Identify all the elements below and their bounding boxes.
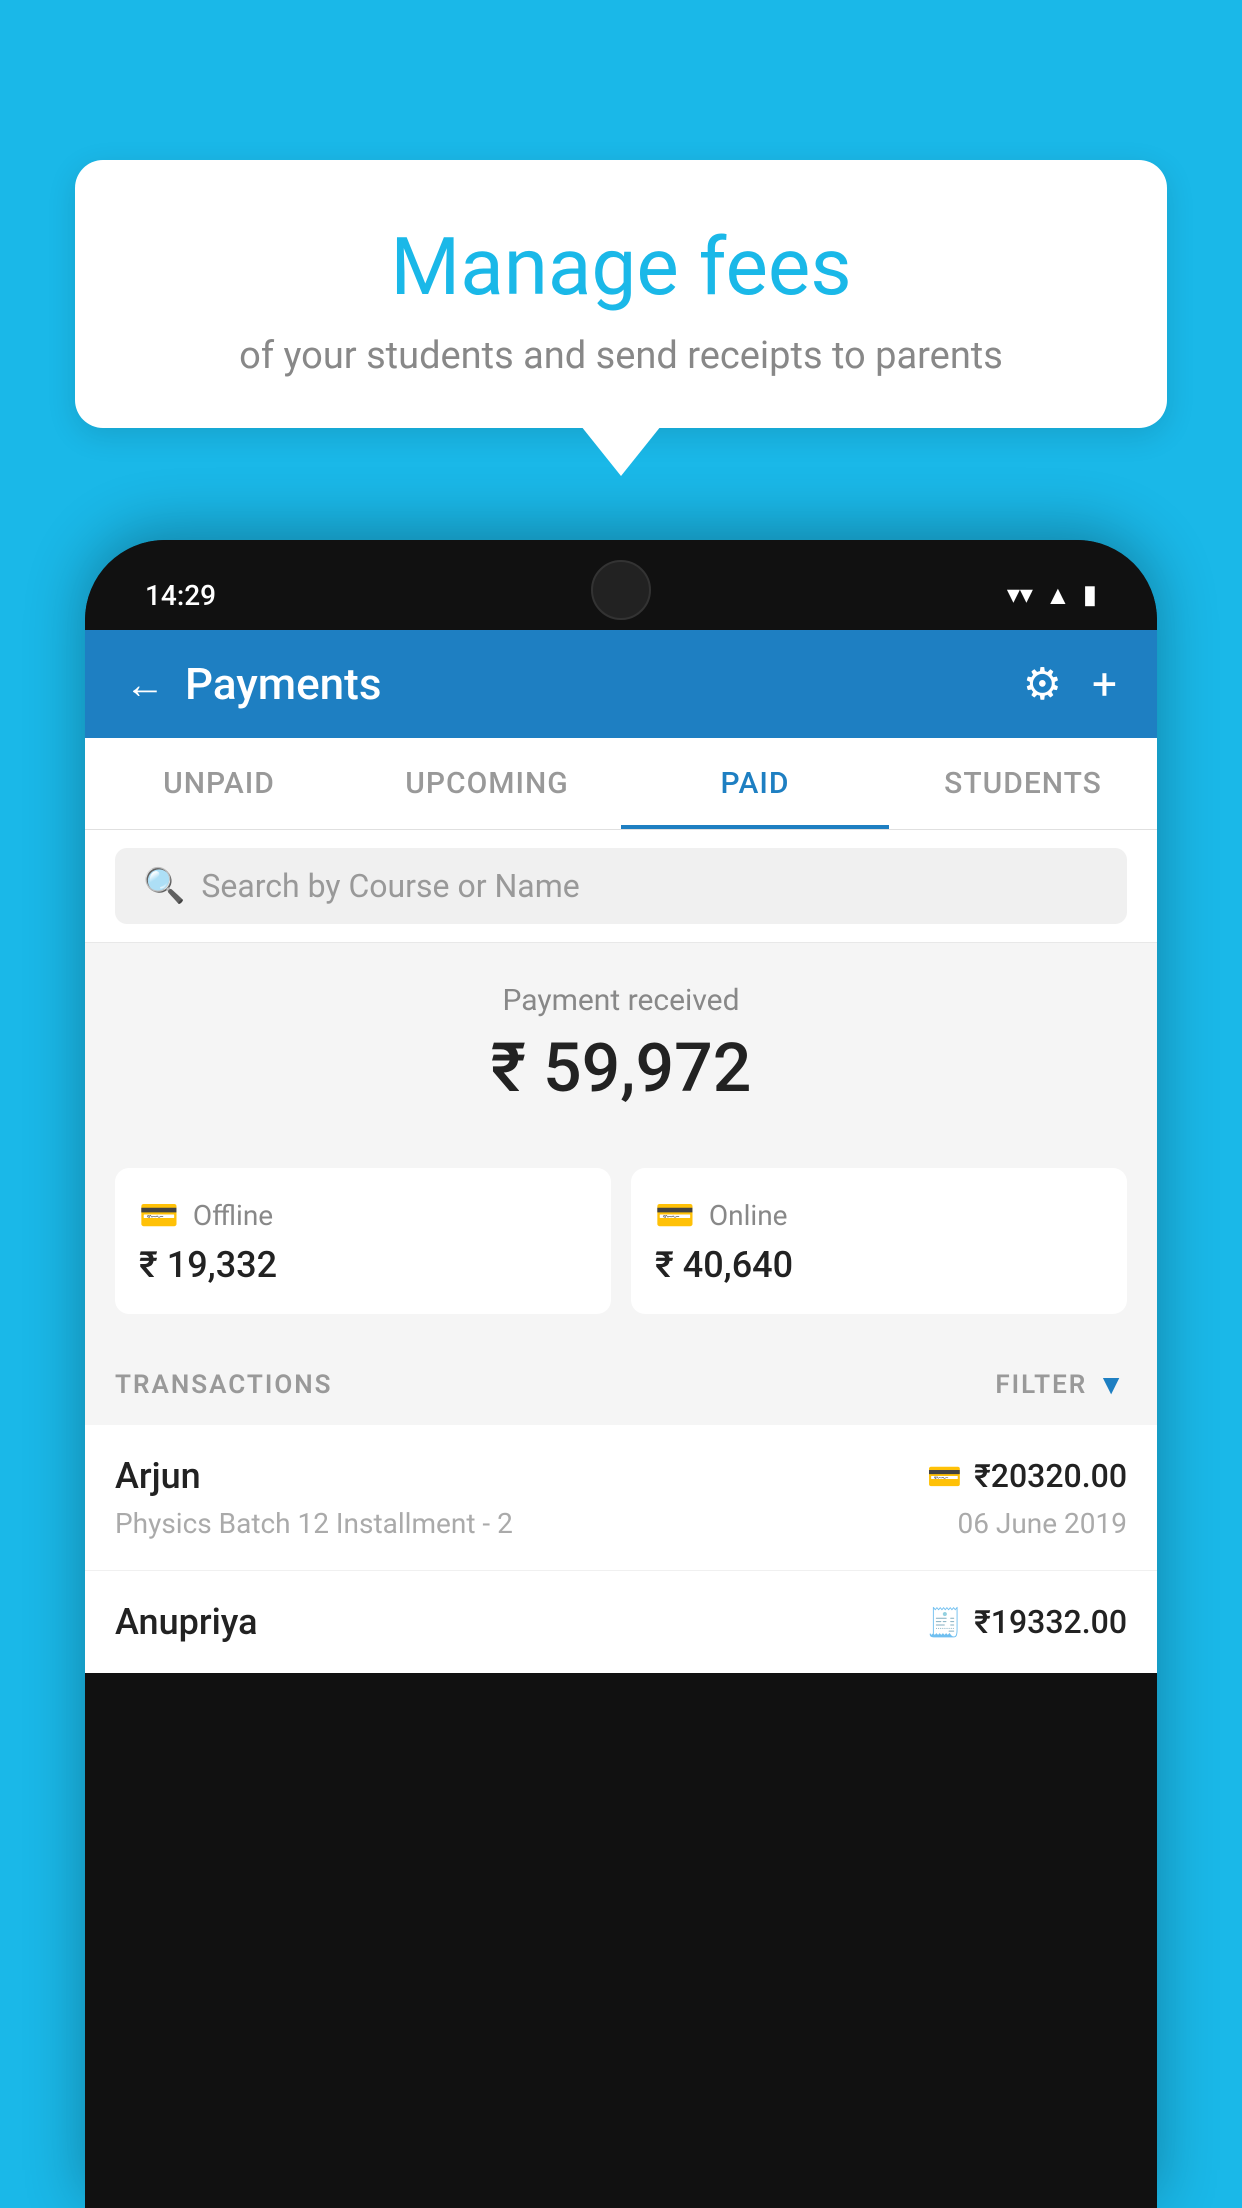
tab-students[interactable]: STUDENTS <box>889 738 1157 829</box>
offline-icon: 💳 <box>139 1196 179 1234</box>
offline-card: 💳 Offline ₹ 19,332 <box>115 1168 611 1314</box>
signal-icon: ▲ <box>1045 580 1071 611</box>
back-button[interactable]: ← <box>125 661 165 708</box>
transactions-label: TRANSACTIONS <box>115 1370 333 1400</box>
online-label: Online <box>709 1199 788 1232</box>
gear-icon[interactable]: ⚙ <box>1023 658 1062 710</box>
transaction-amount-wrapper-2: 🧾 ₹19332.00 <box>927 1603 1127 1641</box>
offline-label: Offline <box>193 1199 273 1232</box>
transaction-name-2: Anupriya <box>115 1601 258 1643</box>
search-icon: 🔍 <box>143 866 185 906</box>
transaction-row-bottom: Physics Batch 12 Installment - 2 06 June… <box>115 1507 1127 1540</box>
transaction-amount-wrapper: 💳 ₹20320.00 <box>927 1457 1127 1495</box>
status-bar: 14:29 ▾▾ ▲ ▮ <box>85 540 1157 630</box>
plus-icon[interactable]: + <box>1092 658 1117 710</box>
online-amount: ₹ 40,640 <box>655 1244 1103 1286</box>
transaction-item[interactable]: Arjun 💳 ₹20320.00 Physics Batch 12 Insta… <box>85 1425 1157 1571</box>
header-left: ← Payments <box>125 658 381 710</box>
status-time: 14:29 <box>145 579 216 612</box>
battery-icon: ▮ <box>1083 580 1097 610</box>
app-header: ← Payments ⚙ + <box>85 630 1157 738</box>
status-icons: ▾▾ ▲ ▮ <box>1007 580 1097 611</box>
phone-mockup: 14:29 ▾▾ ▲ ▮ ← Payments ⚙ + UNPAID UPCOM… <box>85 540 1157 2208</box>
bubble-title: Manage fees <box>125 220 1117 314</box>
payment-received-label: Payment received <box>115 983 1127 1018</box>
filter-triangle-icon: ▼ <box>1097 1368 1127 1401</box>
transaction-type-icon: 💳 <box>927 1460 962 1493</box>
transactions-header: TRANSACTIONS FILTER ▼ <box>85 1344 1157 1425</box>
tabs: UNPAID UPCOMING PAID STUDENTS <box>85 738 1157 830</box>
filter-label: FILTER <box>995 1370 1087 1400</box>
transaction-date: 06 June 2019 <box>957 1507 1127 1540</box>
transaction-type-icon-2: 🧾 <box>927 1606 962 1639</box>
tab-upcoming[interactable]: UPCOMING <box>353 738 621 829</box>
offline-card-header: 💳 Offline <box>139 1196 587 1234</box>
payment-cards: 💳 Offline ₹ 19,332 💳 Online ₹ 40,640 <box>85 1168 1157 1344</box>
transaction-row-top: Arjun 💳 ₹20320.00 <box>115 1455 1127 1497</box>
filter-button[interactable]: FILTER ▼ <box>995 1368 1127 1401</box>
search-container: 🔍 Search by Course or Name <box>85 830 1157 943</box>
camera-notch <box>591 560 651 620</box>
search-bar[interactable]: 🔍 Search by Course or Name <box>115 848 1127 924</box>
tab-unpaid[interactable]: UNPAID <box>85 738 353 829</box>
transaction-item-partial[interactable]: Anupriya 🧾 ₹19332.00 <box>85 1571 1157 1673</box>
transaction-amount-2: ₹19332.00 <box>974 1603 1127 1641</box>
header-right: ⚙ + <box>1023 658 1117 710</box>
bubble-subtitle: of your students and send receipts to pa… <box>125 334 1117 378</box>
search-input[interactable]: Search by Course or Name <box>201 867 579 905</box>
online-card: 💳 Online ₹ 40,640 <box>631 1168 1127 1314</box>
transaction-detail: Physics Batch 12 Installment - 2 <box>115 1507 513 1540</box>
transaction-amount: ₹20320.00 <box>974 1457 1127 1495</box>
tab-paid[interactable]: PAID <box>621 738 889 829</box>
offline-amount: ₹ 19,332 <box>139 1244 587 1286</box>
transaction-row-top-2: Anupriya 🧾 ₹19332.00 <box>115 1601 1127 1643</box>
speech-bubble: Manage fees of your students and send re… <box>75 160 1167 428</box>
payment-summary: Payment received ₹ 59,972 <box>85 943 1157 1168</box>
online-card-header: 💳 Online <box>655 1196 1103 1234</box>
payment-total-amount: ₹ 59,972 <box>115 1028 1127 1108</box>
transaction-name: Arjun <box>115 1455 201 1497</box>
header-title: Payments <box>185 658 381 710</box>
online-icon: 💳 <box>655 1196 695 1234</box>
wifi-icon: ▾▾ <box>1007 580 1033 610</box>
